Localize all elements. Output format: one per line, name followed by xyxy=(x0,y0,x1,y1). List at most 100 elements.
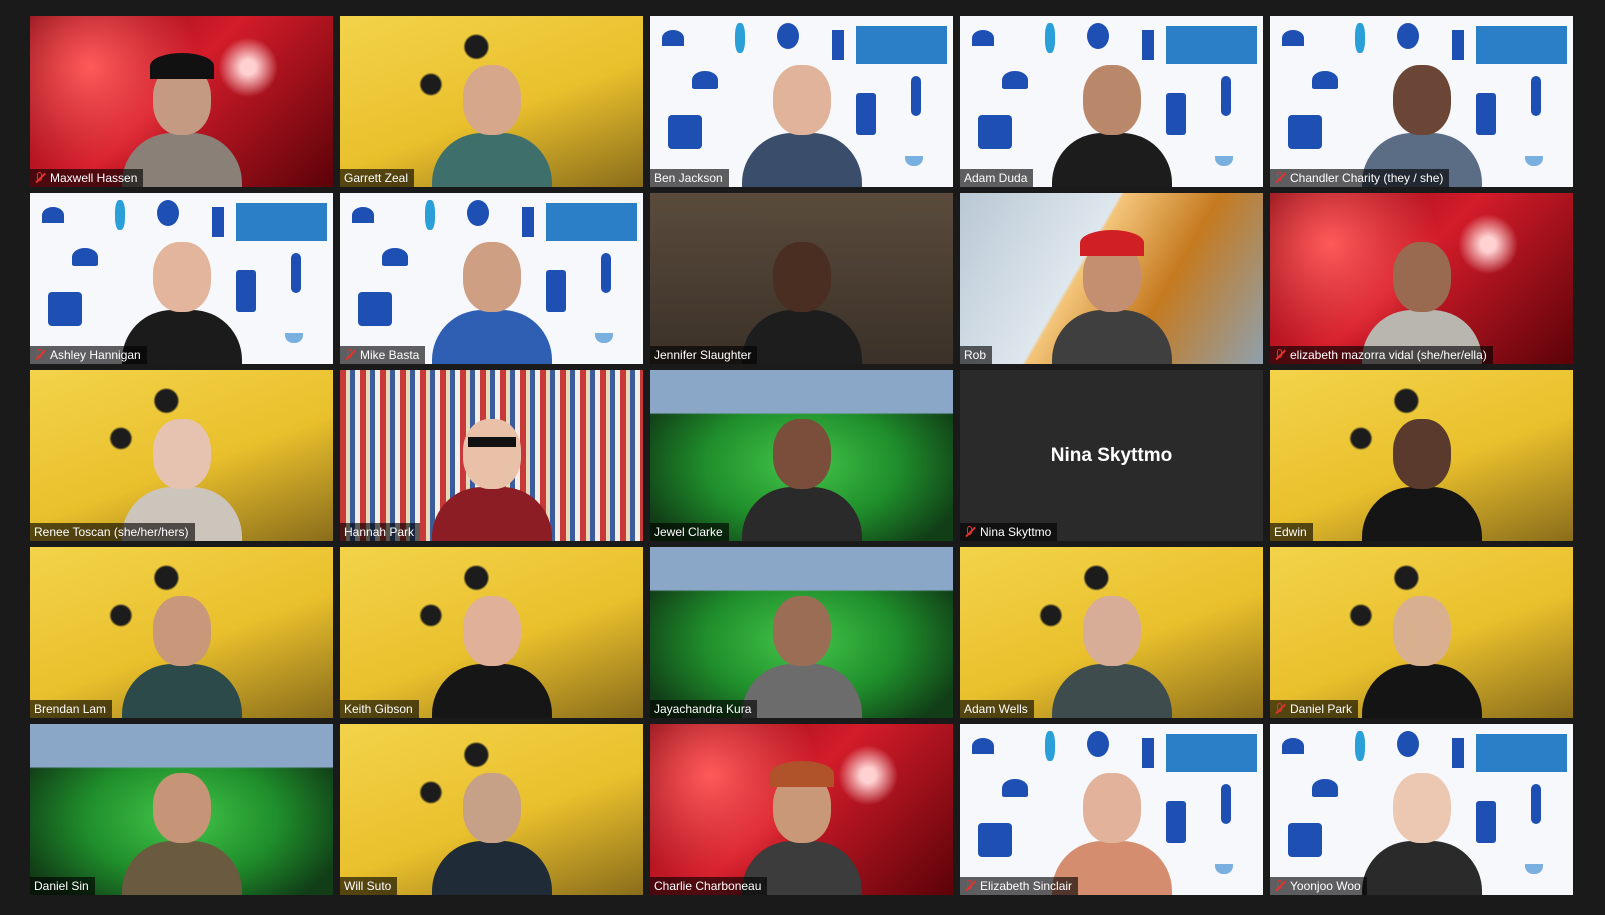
participant-name: Garrett Zeal xyxy=(344,171,409,185)
participant-tile[interactable]: Brendan Lam xyxy=(30,547,333,718)
participant-video xyxy=(121,401,242,541)
mic-muted-icon xyxy=(1274,880,1286,892)
participant-name: Jennifer Slaughter xyxy=(654,348,752,362)
participant-video xyxy=(121,578,242,718)
participant-tile[interactable]: Maxwell Hassen xyxy=(30,16,333,187)
participant-name: Maxwell Hassen xyxy=(50,171,138,185)
participant-video xyxy=(121,224,242,364)
participant-tile[interactable]: Renee Toscan (she/her/hers) xyxy=(30,370,333,541)
participant-name: Adam Wells xyxy=(964,702,1028,716)
participant-tile[interactable]: Keith Gibson xyxy=(340,547,643,718)
participant-name: Renee Toscan (she/her/hers) xyxy=(34,525,189,539)
video-off-name: Nina Skyttmo xyxy=(1050,444,1173,466)
participant-name: Mike Basta xyxy=(360,348,420,362)
participant-video xyxy=(1361,224,1482,364)
mic-muted-icon xyxy=(344,349,356,361)
participant-nameplate: Maxwell Hassen xyxy=(30,169,144,187)
participant-tile[interactable]: Daniel Sin xyxy=(30,724,333,895)
participant-tile[interactable]: Will Suto xyxy=(340,724,643,895)
participant-name: Chandler Charity (they / she) xyxy=(1290,171,1444,185)
participant-nameplate: Will Suto xyxy=(340,877,398,895)
participant-name: Ashley Hannigan xyxy=(50,348,141,362)
participant-tile[interactable]: Elizabeth Sinclair xyxy=(960,724,1263,895)
participant-video xyxy=(741,224,862,364)
participant-nameplate: Garrett Zeal xyxy=(340,169,415,187)
participant-nameplate: Adam Wells xyxy=(960,700,1034,718)
participant-tile[interactable]: Hannah Park xyxy=(340,370,643,541)
participant-name: Adam Duda xyxy=(964,171,1028,185)
participant-name: Rob xyxy=(964,348,987,362)
participant-name: Will Suto xyxy=(344,879,392,893)
participant-nameplate: Rob xyxy=(960,346,993,364)
participant-video xyxy=(1051,47,1172,187)
mic-muted-icon xyxy=(964,526,976,538)
participant-video xyxy=(431,47,552,187)
participant-video xyxy=(1051,578,1172,718)
participant-tile[interactable]: Ben Jackson xyxy=(650,16,953,187)
participant-tile[interactable]: Chandler Charity (they / she) xyxy=(1270,16,1573,187)
participant-name: Hannah Park xyxy=(344,525,415,539)
participant-name: elizabeth mazorra vidal (she/her/ella) xyxy=(1290,348,1487,362)
participant-tile[interactable]: Jewel Clarke xyxy=(650,370,953,541)
participant-name: Edwin xyxy=(1274,525,1307,539)
participant-name: Jayachandra Kura xyxy=(654,702,752,716)
participant-nameplate: Renee Toscan (she/her/hers) xyxy=(30,523,195,541)
participant-video xyxy=(741,578,862,718)
participant-tile[interactable]: Edwin xyxy=(1270,370,1573,541)
participant-nameplate: Ashley Hannigan xyxy=(30,346,147,364)
participant-video xyxy=(1361,401,1482,541)
mic-muted-icon xyxy=(1274,703,1286,715)
participant-name: Elizabeth Sinclair xyxy=(980,879,1073,893)
participant-tile[interactable]: elizabeth mazorra vidal (she/her/ella) xyxy=(1270,193,1573,364)
participant-nameplate: Chandler Charity (they / she) xyxy=(1270,169,1450,187)
participant-tile[interactable]: Ashley Hannigan xyxy=(30,193,333,364)
participant-tile[interactable]: Yoonjoo Woo xyxy=(1270,724,1573,895)
participant-video xyxy=(431,224,552,364)
participant-nameplate: Ben Jackson xyxy=(650,169,729,187)
participant-tile[interactable]: Daniel Park xyxy=(1270,547,1573,718)
participant-nameplate: Jayachandra Kura xyxy=(650,700,758,718)
participant-name: Daniel Sin xyxy=(34,879,89,893)
participant-video xyxy=(741,401,862,541)
participant-video xyxy=(431,755,552,895)
mic-muted-icon xyxy=(964,880,976,892)
participant-video xyxy=(741,47,862,187)
participant-nameplate: Jennifer Slaughter xyxy=(650,346,758,364)
participant-tile[interactable]: Adam Duda xyxy=(960,16,1263,187)
participant-name: Yoonjoo Woo xyxy=(1290,879,1361,893)
participant-nameplate: elizabeth mazorra vidal (she/her/ella) xyxy=(1270,346,1493,364)
participant-name: Brendan Lam xyxy=(34,702,107,716)
participant-nameplate: Keith Gibson xyxy=(340,700,419,718)
participant-nameplate: Charlie Charboneau xyxy=(650,877,768,895)
participant-video xyxy=(741,755,862,895)
hat xyxy=(1079,230,1144,256)
participant-tile[interactable]: Jayachandra Kura xyxy=(650,547,953,718)
participant-video xyxy=(431,578,552,718)
participant-name: Jewel Clarke xyxy=(654,525,723,539)
participant-tile[interactable]: Mike Basta xyxy=(340,193,643,364)
participant-tile[interactable]: Garrett Zeal xyxy=(340,16,643,187)
participant-video xyxy=(431,401,552,541)
participant-video xyxy=(121,47,242,187)
participant-tile[interactable]: Rob xyxy=(960,193,1263,364)
participant-name: Ben Jackson xyxy=(654,171,723,185)
participant-nameplate: Nina Skyttmo xyxy=(960,523,1058,541)
participant-video xyxy=(1051,755,1172,895)
participant-video xyxy=(1361,47,1482,187)
participant-tile[interactable]: Jennifer Slaughter xyxy=(650,193,953,364)
participant-tile[interactable]: Nina Skyttmo Nina Skyttmo xyxy=(960,370,1263,541)
participant-nameplate: Mike Basta xyxy=(340,346,426,364)
participant-video xyxy=(1361,755,1482,895)
participant-nameplate: Jewel Clarke xyxy=(650,523,729,541)
participant-nameplate: Hannah Park xyxy=(340,523,421,541)
participant-video xyxy=(121,755,242,895)
mic-muted-icon xyxy=(34,172,46,184)
participant-nameplate: Adam Duda xyxy=(960,169,1034,187)
participant-nameplate: Elizabeth Sinclair xyxy=(960,877,1079,895)
mic-muted-icon xyxy=(34,349,46,361)
participant-nameplate: Yoonjoo Woo xyxy=(1270,877,1367,895)
participant-tile[interactable]: Charlie Charboneau xyxy=(650,724,953,895)
hat xyxy=(149,53,214,79)
participant-tile[interactable]: Adam Wells xyxy=(960,547,1263,718)
participant-name: Charlie Charboneau xyxy=(654,879,762,893)
